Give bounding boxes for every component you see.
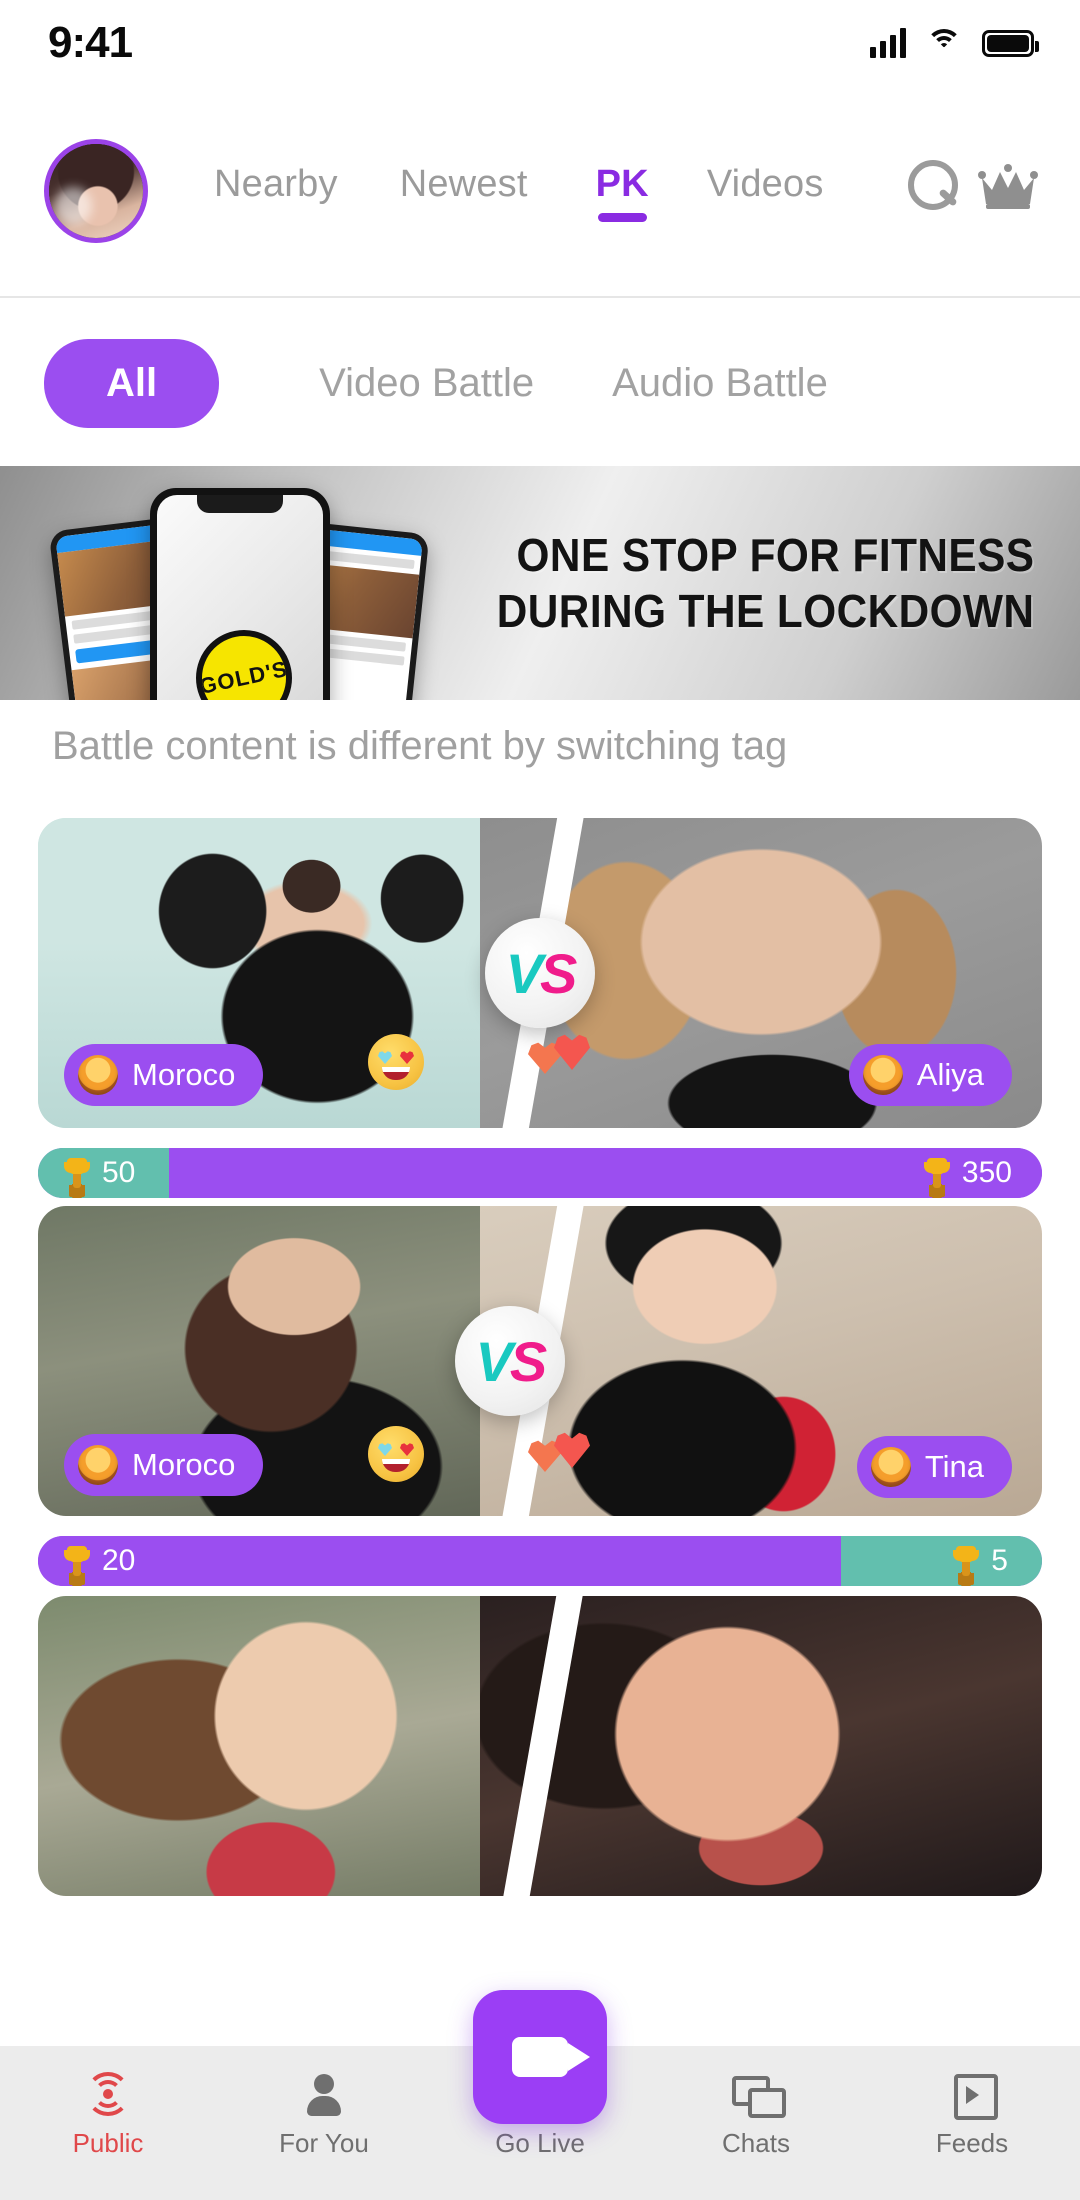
trophy-icon [953,1546,979,1576]
rank-icon [870,1447,911,1487]
signal-icon [870,28,906,58]
battle-left-score-segment: 50 [38,1148,169,1198]
battle-right-score: 5 [991,1544,1008,1577]
vs-badge: VS [454,1306,565,1416]
vs-badge-v: V [505,941,543,1005]
battle-card[interactable]: VS Moroco Tina 20 5 [38,1206,1042,1586]
two-hearts-icon [528,1032,590,1084]
battle-media[interactable] [38,1596,1042,1896]
nav-label-go-live: Go Live [495,2128,585,2158]
nav-label-feeds: Feeds [935,2128,1009,2158]
golds-gym-logo-text: GOLD'S [197,655,291,700]
filter-all[interactable]: All [44,338,220,428]
smiling-face-with-hearts-emoji [368,1034,424,1090]
smiling-face-with-hearts-emoji [368,1426,424,1482]
nav-tab-pk[interactable]: PK [596,163,649,222]
battle-score-bar: 50 350 [38,1148,1042,1198]
video-camera-icon [512,2037,590,2077]
banner-headline: ONE STOP FOR FITNESS DURING THE LOCKDOWN [450,527,1034,639]
rank-icon [78,1055,118,1095]
status-icons [870,28,1039,58]
battle-card[interactable]: VS Moroco Aliya 50 350 [38,818,1042,1198]
vs-badge-s: S [540,941,577,1005]
status-bar: 9:41 [0,0,1080,86]
battle-left-name-badge[interactable]: Moroco [64,1434,264,1496]
vs-badge: VS [485,918,595,1028]
battle-right-score: 350 [961,1156,1012,1189]
two-hearts-icon [528,1430,590,1482]
battle-right-score-segment: 5 [841,1536,1042,1586]
nav-item-feeds[interactable]: Feeds [864,2072,1080,2159]
app-screen: 9:41 Nearby Newest PK Videos All Video B… [0,0,1080,2200]
avatar[interactable] [44,139,148,243]
section-title: Battle content is different by switching… [52,723,788,768]
top-navigation: Nearby Newest PK Videos [0,86,1080,298]
rank-icon [862,1055,903,1095]
nav-actions [906,160,1038,222]
nav-item-for-you[interactable]: For You [216,2072,432,2159]
person-icon [300,2072,348,2116]
battle-left-name: Moroco [132,1447,236,1482]
battery-icon [982,29,1039,57]
chat-bubbles-icon [732,2072,786,2118]
battle-media[interactable]: VS Moroco Tina [38,1206,1042,1516]
battle-card[interactable] [38,1596,1042,1896]
nav-tab-nearby[interactable]: Nearby [214,163,338,220]
nav-tabs: Nearby Newest PK Videos [148,163,906,222]
battle-score-bar: 20 5 [38,1536,1042,1586]
battle-right-name: Tina [924,1449,984,1484]
nav-tab-videos[interactable]: Videos [707,163,824,220]
broadcast-icon [84,2072,132,2116]
vs-badge-v: V [475,1329,513,1393]
filter-audio-battle[interactable]: Audio Battle [612,361,828,406]
rank-icon [78,1445,118,1485]
nav-label-for-you: For You [279,2128,369,2158]
trophy-icon [924,1158,950,1188]
nav-tab-newest[interactable]: Newest [400,163,528,220]
trophy-icon [64,1158,90,1188]
status-time: 9:41 [48,18,133,67]
search-icon[interactable] [906,160,958,212]
battle-media[interactable]: VS Moroco Aliya [38,818,1042,1128]
trophy-icon [64,1546,90,1576]
nav-label-chats: Chats [722,2128,790,2158]
video-feed-icon [948,2072,998,2120]
battle-left-score: 20 [102,1544,136,1577]
banner-headline-line2: DURING THE LOCKDOWN [496,585,1034,637]
nav-label-public: Public [72,2128,144,2158]
battle-filter-bar: All Video Battle Audio Battle [0,300,1080,466]
vs-badge-s: S [509,1329,547,1393]
battle-left-name-badge[interactable]: Moroco [64,1044,264,1106]
battle-right-name-badge[interactable]: Aliya [848,1044,1012,1106]
go-live-button[interactable] [473,1990,607,2124]
battle-left-name: Moroco [132,1057,236,1092]
banner-headline-line1: ONE STOP FOR FITNESS [516,528,1034,581]
promo-banner[interactable]: GOLD'S ONE STOP FOR FITNESS DURING THE L… [0,466,1080,700]
nav-item-chats[interactable]: Chats [648,2072,864,2159]
crown-icon[interactable] [978,162,1038,210]
battle-right-score-segment: 350 [168,1148,1042,1198]
battle-right-name-badge[interactable]: Tina [856,1436,1012,1498]
filter-video-battle[interactable]: Video Battle [319,361,534,406]
battle-right-name: Aliya [916,1057,984,1092]
battle-left-score: 50 [102,1156,136,1189]
wifi-icon [926,29,962,57]
nav-item-public[interactable]: Public [0,2072,216,2159]
battle-left-score-segment: 20 [38,1536,842,1586]
